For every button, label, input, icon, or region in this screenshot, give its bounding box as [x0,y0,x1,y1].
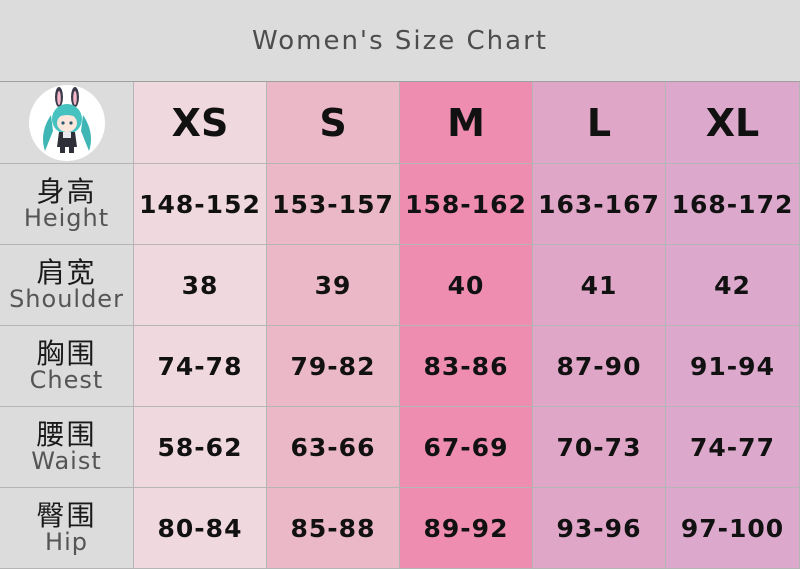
table-cell: 168-172 [666,164,800,245]
table-cell: 67-69 [400,407,533,488]
table-cell: 93-96 [533,488,666,569]
table-cell: 83-86 [400,326,533,407]
table-cell: 39 [267,245,400,326]
table-cell: 148-152 [134,164,267,245]
table-cell: 79-82 [267,326,400,407]
table-cell: 63-66 [267,407,400,488]
table-cell: 97-100 [666,488,800,569]
size-chart-page: Women's Size Chart XS S M L XL 身高 Height… [0,0,800,569]
table-cell: 41 [533,245,666,326]
row-label-height: 身高 Height [0,164,134,245]
row-label-chest: 胸围 Chest [0,326,134,407]
size-header-m: M [400,82,533,164]
avatar-cell [0,82,134,164]
size-header-l: L [533,82,666,164]
table-cell: 42 [666,245,800,326]
character-avatar-icon [28,84,105,161]
table-cell: 80-84 [134,488,267,569]
table-cell: 70-73 [533,407,666,488]
table-cell: 87-90 [533,326,666,407]
table-cell: 38 [134,245,267,326]
row-label-waist: 腰围 Waist [0,407,134,488]
page-title: Women's Size Chart [252,25,548,56]
table-cell: 40 [400,245,533,326]
table-cell: 158-162 [400,164,533,245]
row-label-shoulder: 肩宽 Shoulder [0,245,134,326]
table-cell: 163-167 [533,164,666,245]
table-cell: 89-92 [400,488,533,569]
table-cell: 58-62 [134,407,267,488]
table-cell: 91-94 [666,326,800,407]
size-header-s: S [267,82,400,164]
table-cell: 85-88 [267,488,400,569]
table-cell: 153-157 [267,164,400,245]
size-table: XS S M L XL 身高 Height 148-152 153-157 15… [0,81,800,569]
size-header-xs: XS [134,82,267,164]
size-header-xl: XL [666,82,800,164]
table-cell: 74-78 [134,326,267,407]
row-label-hip: 臀围 Hip [0,488,134,569]
title-bar: Women's Size Chart [0,0,800,81]
table-cell: 74-77 [666,407,800,488]
